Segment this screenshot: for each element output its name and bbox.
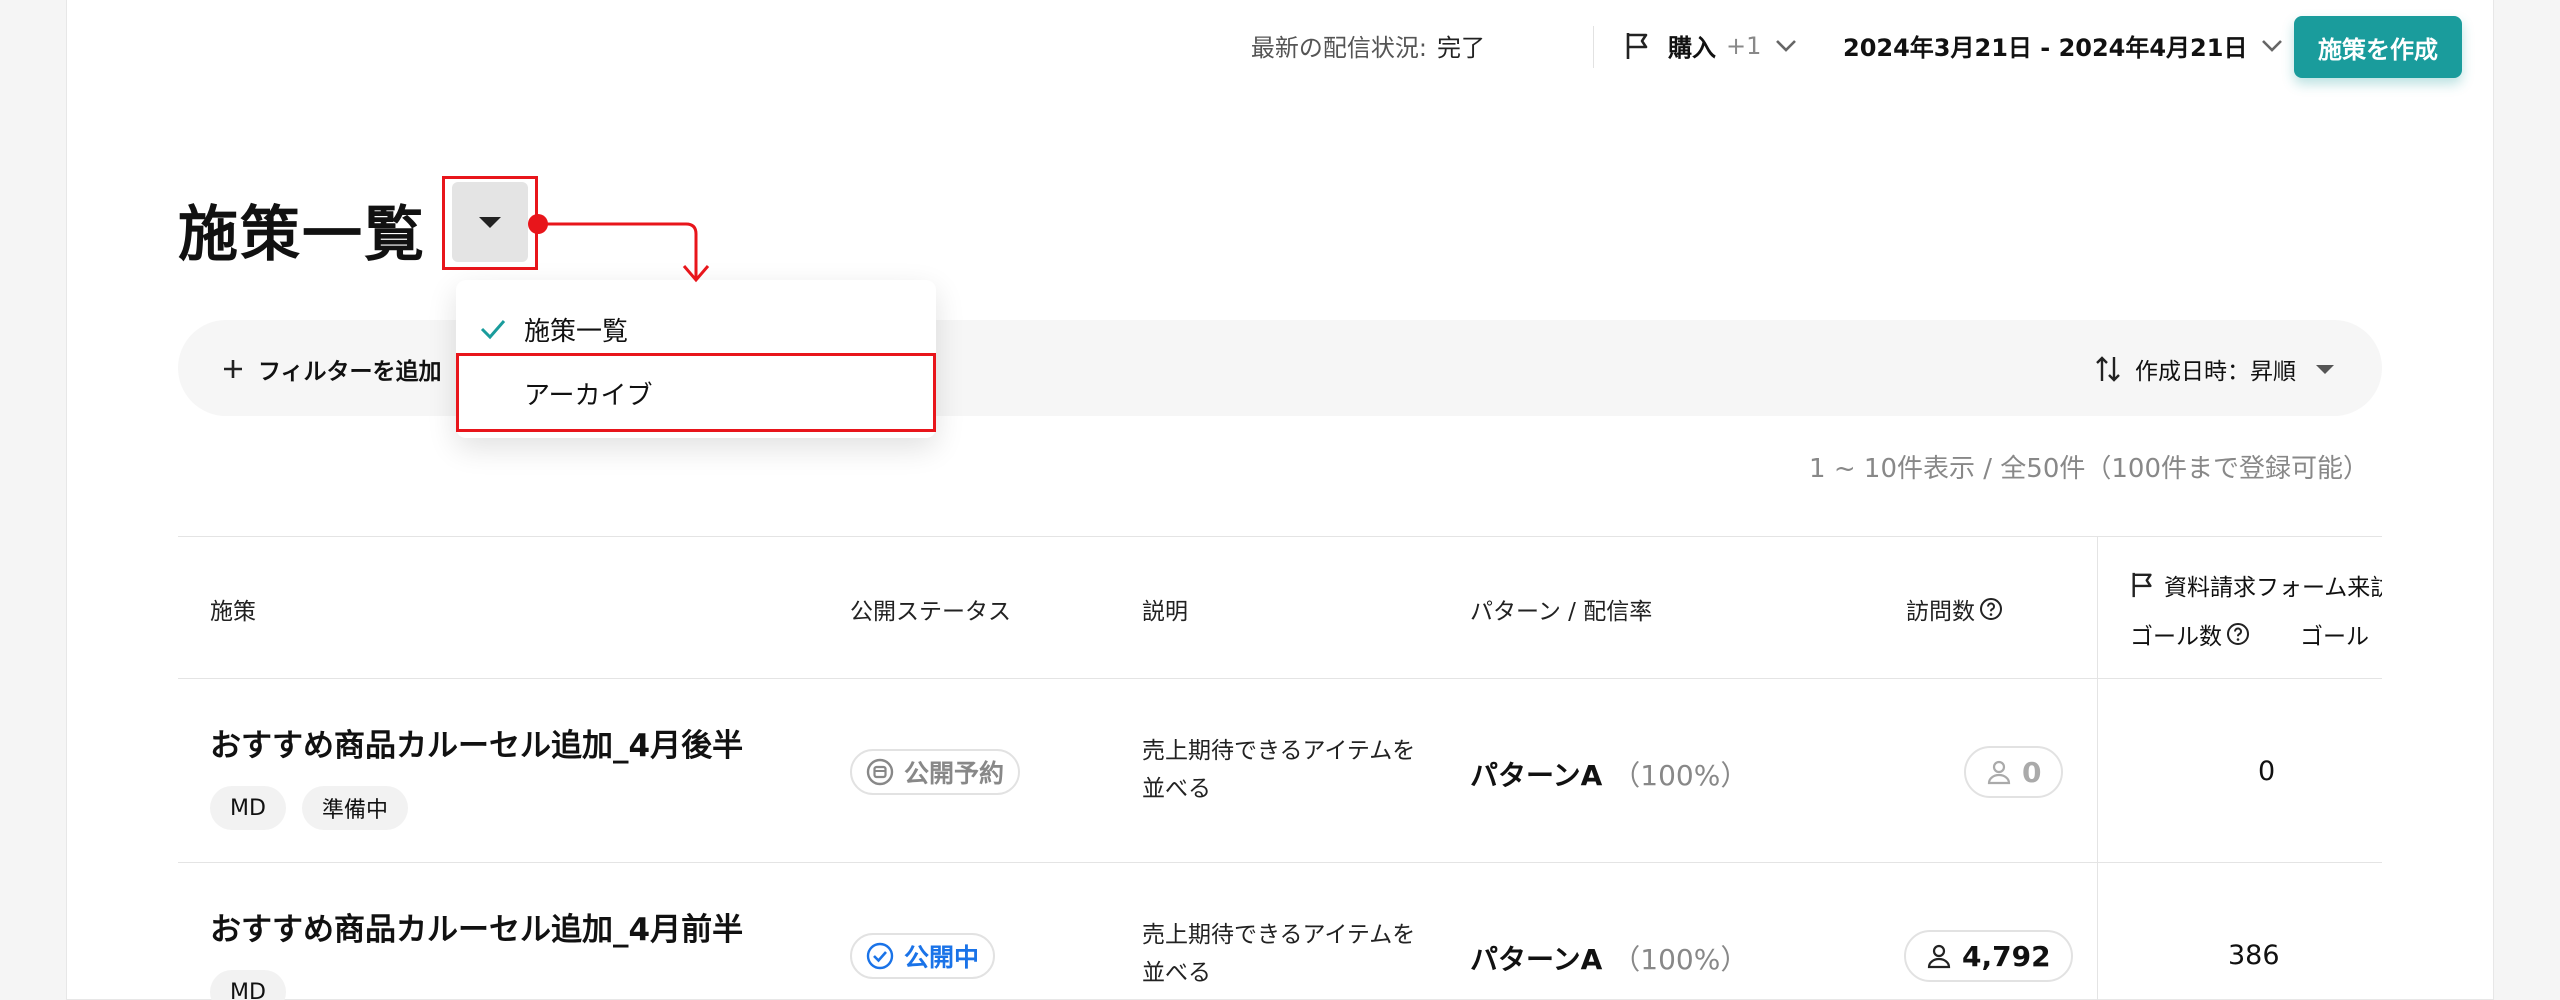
pattern-percent: （100%） <box>1612 759 1749 792</box>
help-icon[interactable] <box>2226 622 2250 646</box>
goal-group-header: 資料請求フォーム来訪 <box>2130 568 2382 602</box>
column-header-description: 説明 <box>1142 599 1188 625</box>
chevron-down-icon <box>2262 39 2283 52</box>
row-divider <box>178 862 2382 863</box>
add-filter-label: フィルターを追加 <box>258 359 442 385</box>
campaign-description: 売上期待できるアイテムを並べる <box>1142 738 1416 802</box>
flag-icon <box>1626 32 1648 59</box>
date-range-selector[interactable]: 2024年3月21日 - 2024年4月21日 <box>1843 28 2283 63</box>
table-header-divider <box>178 678 2382 679</box>
column-header-visits-label: 訪問数 <box>1906 599 1975 625</box>
goal-selector[interactable]: 購入 +1 <box>1624 28 1797 63</box>
campaign-name-link[interactable]: おすすめ商品カルーセル追加_4月後半 <box>210 720 743 765</box>
status-badge: 公開中 <box>850 933 996 979</box>
column-header-status: 公開ステータス <box>850 599 1011 625</box>
column-header-goal-rate: ゴール <box>2300 624 2369 650</box>
chevron-down-icon <box>1776 39 1797 52</box>
status-badge-label: 公開予約 <box>904 759 1005 788</box>
sort-label: 作成日時：昇順 <box>2135 359 2296 385</box>
help-icon[interactable] <box>1979 597 2003 621</box>
caret-down-icon <box>2316 364 2334 374</box>
visit-count-badge[interactable]: 0 <box>1964 746 2064 798</box>
user-icon <box>1927 944 1951 969</box>
flag-icon <box>2132 572 2152 598</box>
status-badge-label: 公開中 <box>904 943 980 972</box>
menu-item-label: 施策一覧 <box>524 316 629 347</box>
add-filter-button[interactable]: フィルターを追加 <box>222 352 442 386</box>
create-campaign-button[interactable]: 施策を作成 <box>2294 16 2462 78</box>
date-range-text: 2024年3月21日 - 2024年4月21日 <box>1843 34 2248 62</box>
column-header-visits: 訪問数 <box>1906 592 2003 626</box>
goal-count-value: 386 <box>2228 940 2280 971</box>
column-divider <box>2097 537 2098 1000</box>
user-icon <box>1987 760 2011 785</box>
status-badge: 公開予約 <box>850 749 1021 795</box>
campaign-tag: 準備中 <box>302 786 409 830</box>
menu-item-campaign-list[interactable]: 施策一覧 <box>456 298 936 360</box>
pattern-name: パターンA <box>1470 759 1603 792</box>
campaign-tag: MD <box>210 970 286 1000</box>
sort-icon <box>2096 356 2120 382</box>
sort-selector[interactable]: 作成日時：昇順 <box>2095 352 2334 386</box>
goal-extra-count: +1 <box>1726 31 1762 60</box>
check-icon <box>480 320 506 340</box>
header-divider <box>1593 26 1594 68</box>
column-header-pattern: パターン / 配信率 <box>1470 599 1653 625</box>
plus-icon <box>224 360 242 378</box>
column-header-goal-count: ゴール数 <box>2130 624 2222 650</box>
main-panel <box>66 0 2494 1000</box>
annotation-highlight-archive <box>456 353 936 432</box>
pattern-rate: パターンA （100%） <box>1470 754 1748 794</box>
pattern-rate: パターンA （100%） <box>1470 938 1748 978</box>
goal-name: 購入 <box>1668 34 1716 62</box>
delivery-status: 最新の配信状況: 完了 <box>1251 28 1485 63</box>
annotation-highlight-button <box>442 176 538 270</box>
visit-count: 4,792 <box>1962 939 2051 973</box>
result-count: 1 ~ 10件表示 / 全50件（100件まで登録可能） <box>1809 454 2369 484</box>
page-title: 施策一覧 <box>178 200 426 270</box>
visit-count: 0 <box>2022 755 2042 789</box>
campaign-tag: MD <box>210 786 286 830</box>
delivery-status-label: 最新の配信状況: <box>1250 34 1427 62</box>
goal-count-value: 0 <box>2258 756 2276 787</box>
goal-sub-headers: ゴール数 ゴール <box>2130 617 2382 651</box>
visit-count-badge[interactable]: 4,792 <box>1904 930 2073 982</box>
calendar-clock-icon <box>866 758 894 786</box>
campaign-description: 売上期待できるアイテムを並べる <box>1142 922 1416 986</box>
pattern-percent: （100%） <box>1612 943 1749 976</box>
campaign-name-link[interactable]: おすすめ商品カルーセル追加_4月前半 <box>210 904 743 949</box>
pattern-name: パターンA <box>1470 943 1603 976</box>
goal-group-label: 資料請求フォーム来訪 <box>2164 575 2382 601</box>
delivery-status-value: 完了 <box>1437 34 1485 62</box>
column-header-campaign: 施策 <box>210 599 256 625</box>
table-top-divider <box>178 536 2382 537</box>
check-circle-icon <box>866 942 894 970</box>
